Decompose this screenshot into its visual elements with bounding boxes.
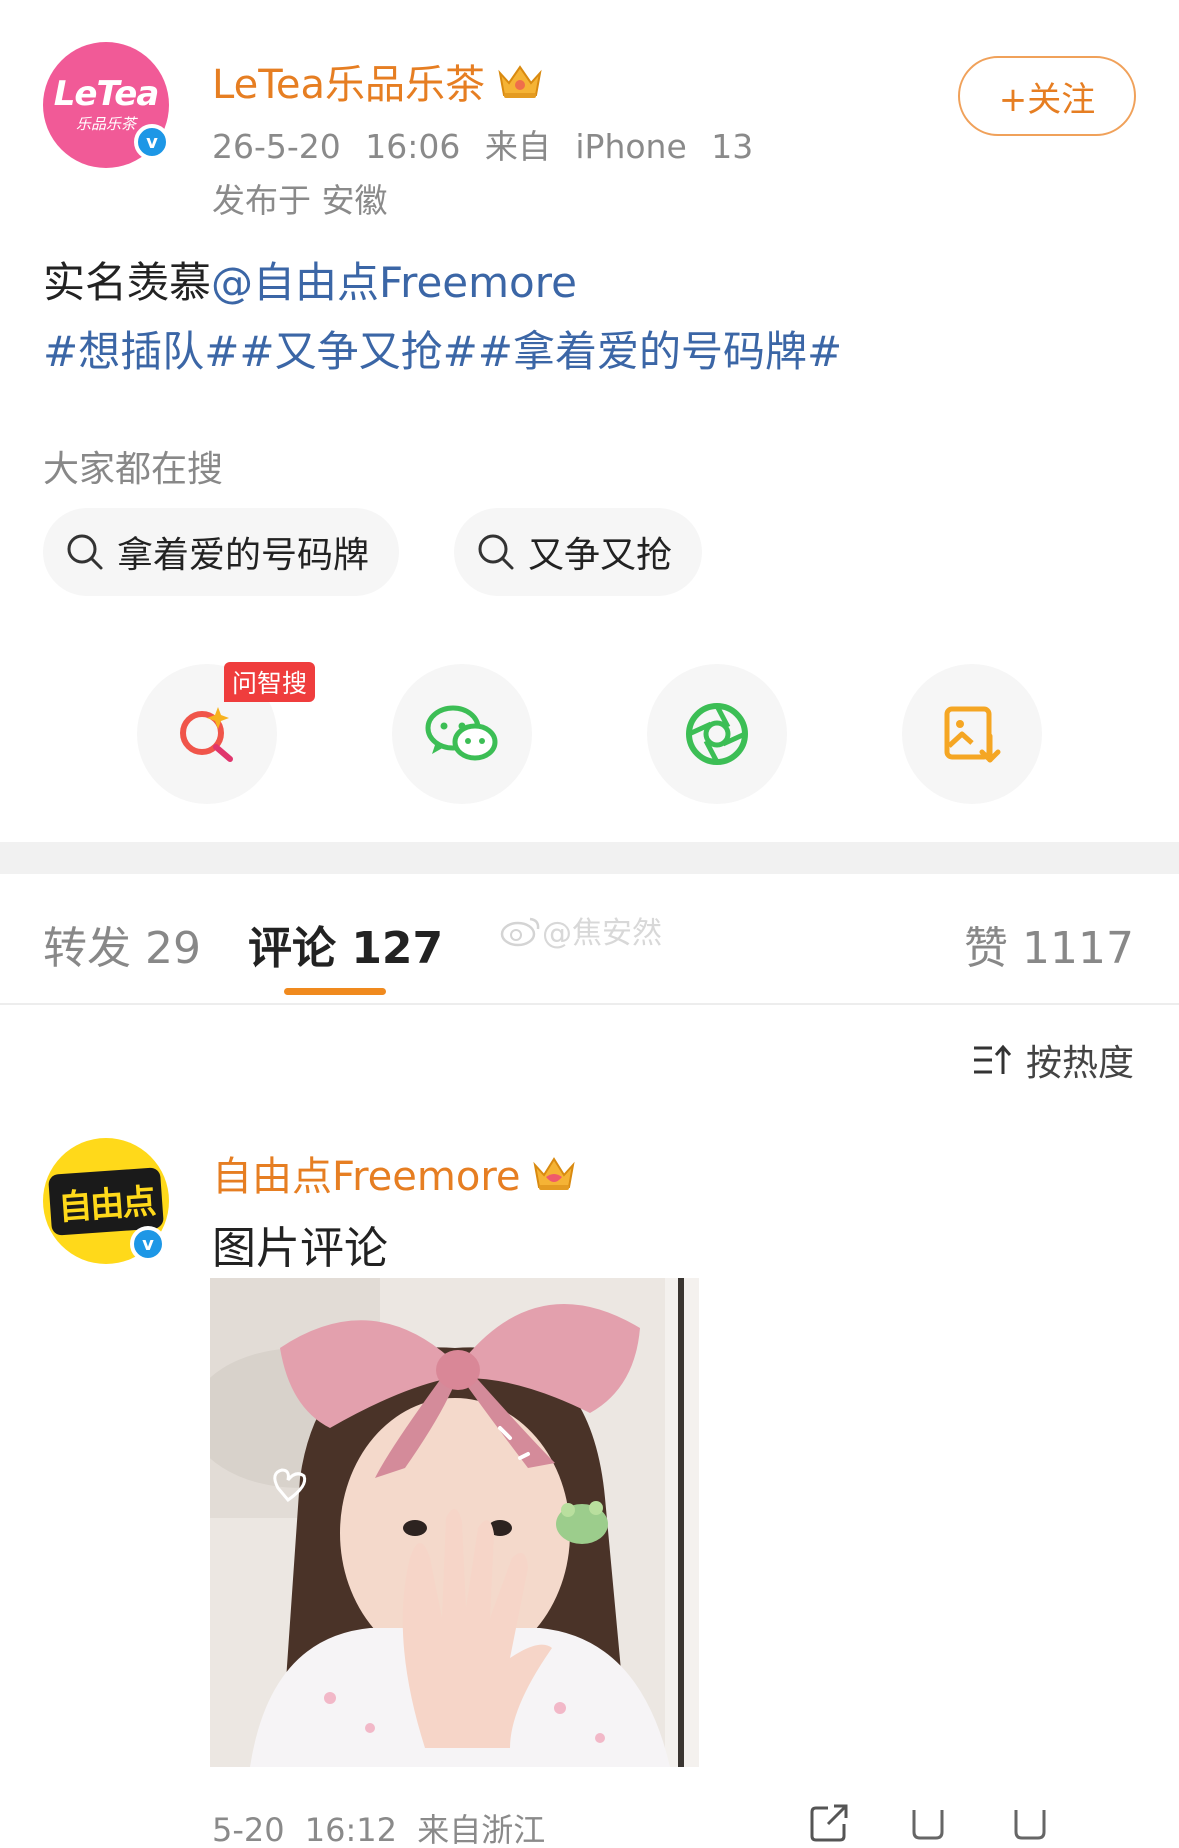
hot-search-title: 大家都在搜 [43,449,224,490]
hot-search-chip[interactable]: 拿着爱的号码牌 [43,508,400,596]
search-icon [67,534,103,570]
comment-text: 图片评论 [212,1223,388,1274]
comment-source: 来自浙江 [417,1811,546,1848]
follow-button[interactable]: +关注 [958,56,1136,136]
share-wechat-button[interactable] [392,664,532,804]
watermark-text: @焦安然 [542,916,662,951]
comment-datetime: 5-20 16:12 [212,1811,398,1848]
hot-search-chip-label: 又争又抢 [528,535,673,576]
verified-badge-icon: v [130,1226,166,1262]
hot-search-chip-label: 拿着爱的号码牌 [117,535,370,576]
comment-author[interactable]: 自由点Freemore [212,1144,577,1202]
weibo-logo-icon [500,917,540,947]
author-name[interactable]: LeTea乐品乐茶 [212,52,545,110]
post-text-prefix: 实名羡慕 [43,258,212,307]
tab-repost[interactable]: 转发 29 [43,912,201,976]
moments-icon [686,703,748,765]
save-image-button[interactable] [902,664,1042,804]
mention-link[interactable]: @自由点Freemore [211,258,577,307]
ai-search-icon [180,707,233,762]
crown-icon [532,1157,575,1190]
share-icon[interactable] [808,1802,850,1844]
comment-author-text: 自由点Freemore [212,1154,521,1200]
sort-label: 按热度 [1025,1043,1134,1084]
active-tab-indicator [284,988,386,995]
verified-badge-icon: v [134,124,170,160]
post-text: 实名羡慕@自由点Freemore [43,256,577,311]
hot-search-chip[interactable]: 又争又抢 [454,508,703,596]
avatar-logo-subtext: 乐品乐茶 [75,114,136,133]
sort-icon [973,1044,1012,1074]
tabs-divider [0,1003,1179,1005]
crown-icon [498,65,542,98]
post-meta: 26-5-20 16:06 来自 iPhone 13 [212,120,753,168]
like-icon[interactable] [1010,1808,1050,1844]
sort-button[interactable]: 按热度 [972,1034,1134,1086]
post-source: 来自 iPhone 13 [484,127,754,166]
share-moments-button[interactable] [647,664,787,804]
post-datetime: 26-5-20 16:06 [212,127,461,166]
author-name-text: LeTea乐品乐茶 [212,62,485,108]
tab-comment[interactable]: 评论 127 [248,912,443,976]
post-hashtags[interactable]: #想插队##又争又抢##拿着爱的号码牌# [43,325,842,380]
wechat-icon [425,705,498,761]
post-location: 发布于 安徽 [212,181,388,220]
comment-photo [210,1278,699,1767]
comment-icon[interactable] [908,1808,948,1844]
search-icon [478,534,514,570]
comment-image[interactable] [210,1278,699,1767]
comment-meta: 5-20 16:12 来自浙江 [212,1805,545,1848]
save-image-icon [944,706,1001,763]
watermark: @焦安然 [500,908,662,952]
section-divider [0,842,1179,874]
ai-search-tag: 问智搜 [224,662,316,702]
tab-like[interactable]: 赞 1117 [964,912,1134,976]
avatar-logo-text: LeTea [53,73,160,114]
